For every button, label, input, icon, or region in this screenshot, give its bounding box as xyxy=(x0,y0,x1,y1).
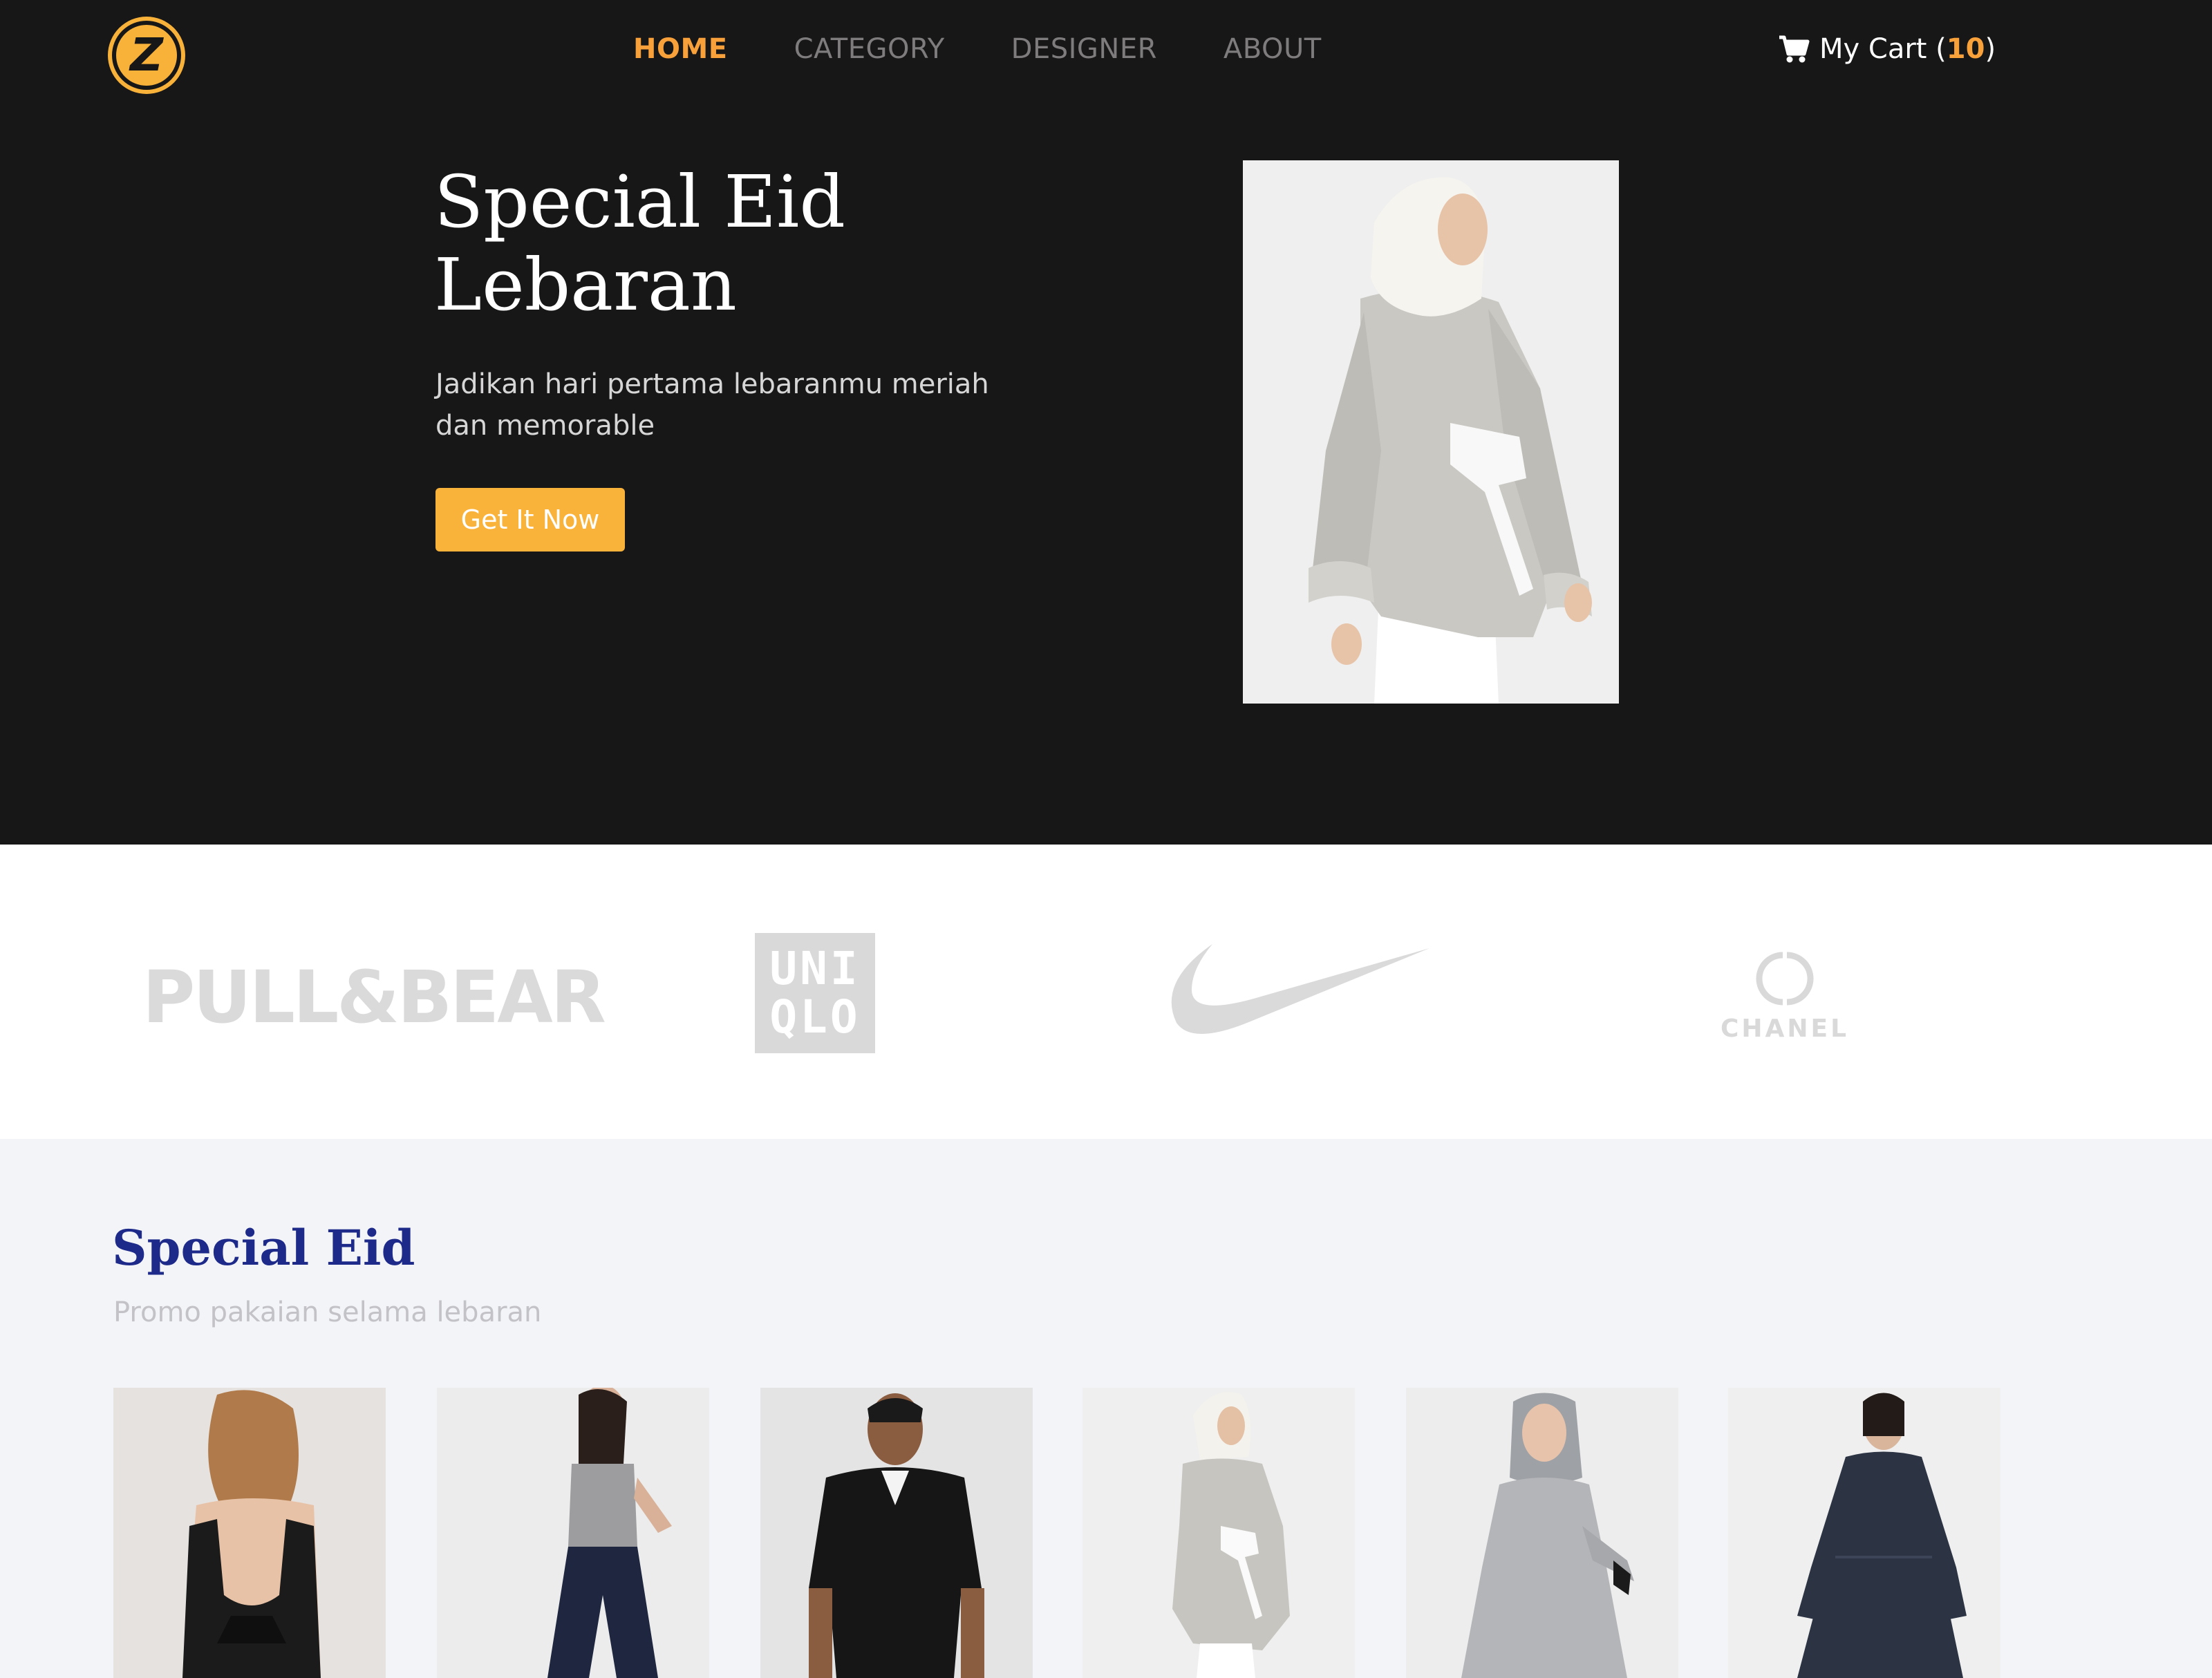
hero-title: Special Eid Lebaran xyxy=(434,160,845,327)
uniqlo-logo[interactable]: UNI QLO xyxy=(755,933,875,1053)
nav-item-home[interactable]: HOME xyxy=(633,33,728,65)
chanel-wordmark: CHANEL xyxy=(1720,1015,1850,1043)
chanel-cc-mark xyxy=(1756,952,1814,1006)
shopping-cart-icon xyxy=(1779,35,1810,63)
nav-item-category[interactable]: CATEGORY xyxy=(794,33,945,65)
chanel-logo[interactable]: CHANEL xyxy=(1716,945,1854,1043)
nav-item-designer[interactable]: DESIGNER xyxy=(1011,33,1157,65)
pull-and-bear-logo[interactable]: PULL&BEAR xyxy=(142,955,606,1039)
nav-item-about[interactable]: ABOUT xyxy=(1224,33,1322,65)
brand-logo[interactable]: Z xyxy=(112,21,181,90)
product-card[interactable] xyxy=(113,1388,386,1678)
product-card[interactable] xyxy=(1406,1388,1678,1678)
product-card[interactable] xyxy=(1082,1388,1355,1678)
uniqlo-logo-line2: QLO xyxy=(769,990,861,1044)
product-card[interactable] xyxy=(1728,1388,2000,1678)
cart-count-badge: 10 xyxy=(1946,33,1985,65)
cart-label: My Cart ( xyxy=(1819,33,1947,65)
cart-link[interactable]: My Cart (10) xyxy=(1778,33,1996,65)
get-it-now-button[interactable]: Get It Now xyxy=(435,488,625,552)
main-nav: HOME CATEGORY DESIGNER ABOUT xyxy=(633,33,1322,65)
nike-swoosh-logo[interactable] xyxy=(1164,941,1430,1039)
logo-letter: Z xyxy=(130,28,163,82)
cart-label-close: ) xyxy=(1985,33,1996,65)
uniqlo-logo-line1: UNI xyxy=(769,942,861,995)
section-subtitle: Promo pakaian selama lebaran xyxy=(113,1297,542,1328)
section-title: Special Eid xyxy=(112,1219,415,1276)
hero-product-photo xyxy=(1243,160,1619,704)
brand-strip: PULL&BEAR UNI QLO CHANEL xyxy=(0,845,2212,1139)
product-card[interactable] xyxy=(760,1388,1033,1678)
hero-subtitle: Jadikan hari pertama lebaranmu meriah da… xyxy=(435,368,989,442)
special-eid-section: Special Eid Promo pakaian selama lebaran xyxy=(0,1139,2212,1678)
product-card[interactable] xyxy=(437,1388,709,1678)
hero-section: Z HOME CATEGORY DESIGNER ABOUT My Cart (… xyxy=(0,0,2212,845)
